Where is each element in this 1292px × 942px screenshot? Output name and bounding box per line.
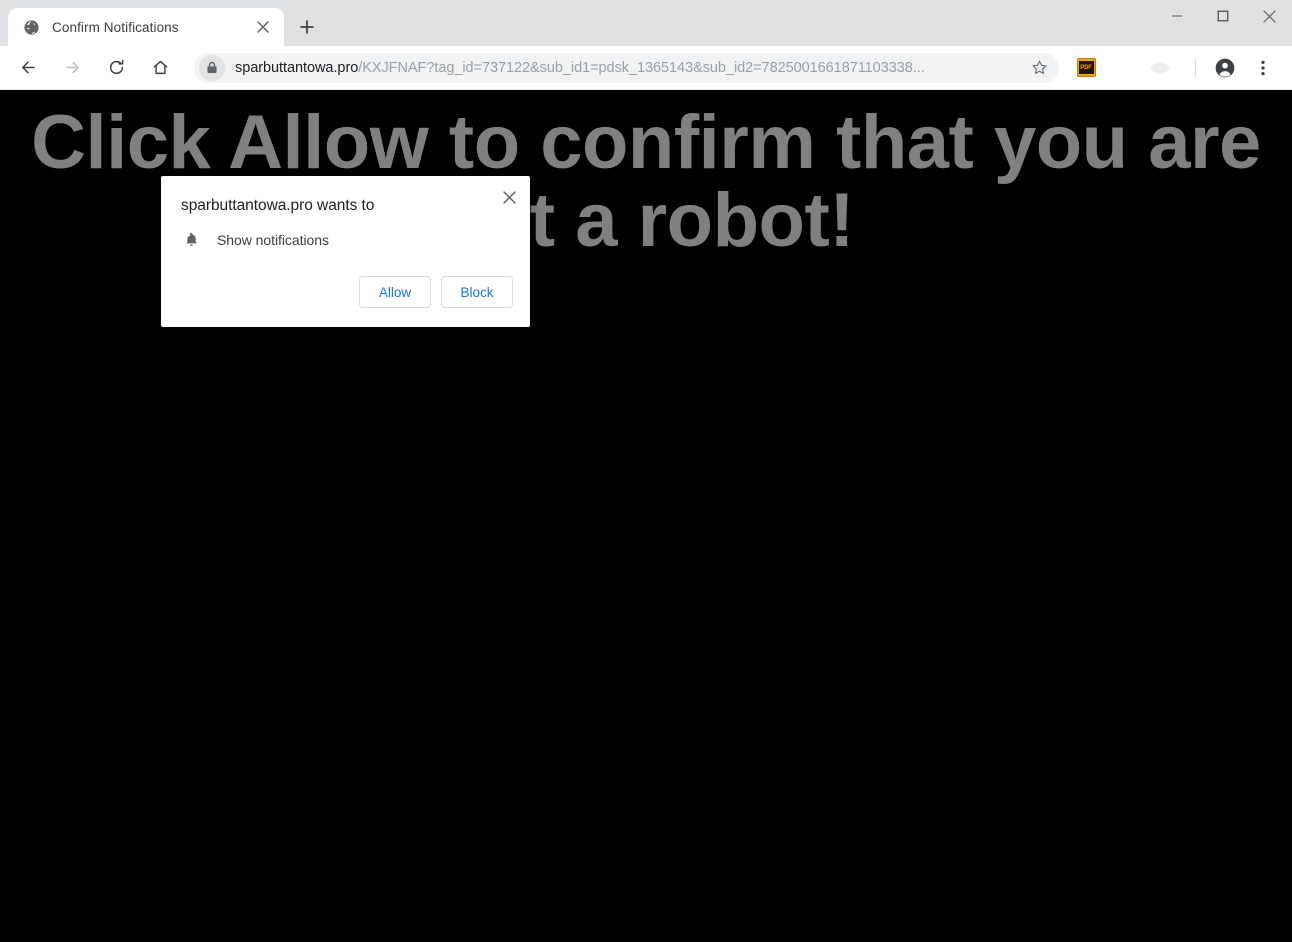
bell-icon — [181, 230, 201, 250]
tab-title: Confirm Notifications — [52, 19, 179, 35]
browser-toolbar: sparbuttantowa.pro/KXJFNAF?tag_id=737122… — [0, 46, 1292, 90]
omnibox-url: sparbuttantowa.pro/KXJFNAF?tag_id=737122… — [235, 60, 1025, 76]
globe-icon — [22, 18, 40, 36]
reload-button[interactable] — [99, 51, 133, 85]
close-button[interactable] — [1246, 0, 1292, 32]
permission-label: Show notifications — [217, 232, 329, 248]
toolbar-divider — [1195, 58, 1196, 77]
home-button[interactable] — [143, 51, 177, 85]
allow-button[interactable]: Allow — [359, 276, 431, 308]
lock-icon[interactable] — [199, 54, 225, 81]
tab-strip: Confirm Notifications — [0, 0, 1292, 46]
forward-button — [55, 51, 89, 85]
browser-window: Confirm Notifications sparbuttantowa.pro… — [0, 0, 1292, 942]
faded-extension-icon[interactable] — [1147, 55, 1173, 81]
profile-avatar[interactable] — [1210, 53, 1240, 83]
omnibox-url-host: sparbuttantowa.pro — [235, 59, 359, 76]
block-button[interactable]: Block — [441, 276, 513, 308]
close-icon[interactable] — [252, 16, 274, 38]
page-viewport: Click Allow to confirm that you are not … — [0, 90, 1292, 942]
minimize-button[interactable] — [1154, 0, 1200, 32]
close-icon[interactable] — [496, 184, 522, 210]
permission-dialog-actions: Allow Block — [359, 276, 513, 308]
window-controls — [1154, 0, 1292, 46]
omnibox-url-path: /KXJFNAF?tag_id=737122&sub_id1=pdsk_1365… — [358, 59, 925, 76]
browser-menu-button[interactable] — [1248, 53, 1278, 83]
pdf-extension-label: PDF — [1080, 64, 1092, 71]
pdf-extension-icon[interactable]: PDF — [1071, 53, 1101, 83]
permission-row: Show notifications — [181, 230, 329, 250]
browser-tab[interactable]: Confirm Notifications — [8, 8, 284, 46]
notification-permission-dialog: sparbuttantowa.pro wants to Show notific… — [161, 176, 530, 327]
permission-dialog-title: sparbuttantowa.pro wants to — [181, 197, 375, 214]
new-tab-button[interactable] — [290, 10, 324, 44]
bookmark-star-icon[interactable] — [1025, 54, 1053, 82]
pdf-badge-inner: PDF — [1078, 61, 1094, 74]
maximize-button[interactable] — [1200, 0, 1246, 32]
back-button[interactable] — [11, 51, 45, 85]
pdf-badge: PDF — [1076, 58, 1096, 77]
omnibox[interactable]: sparbuttantowa.pro/KXJFNAF?tag_id=737122… — [194, 52, 1059, 83]
